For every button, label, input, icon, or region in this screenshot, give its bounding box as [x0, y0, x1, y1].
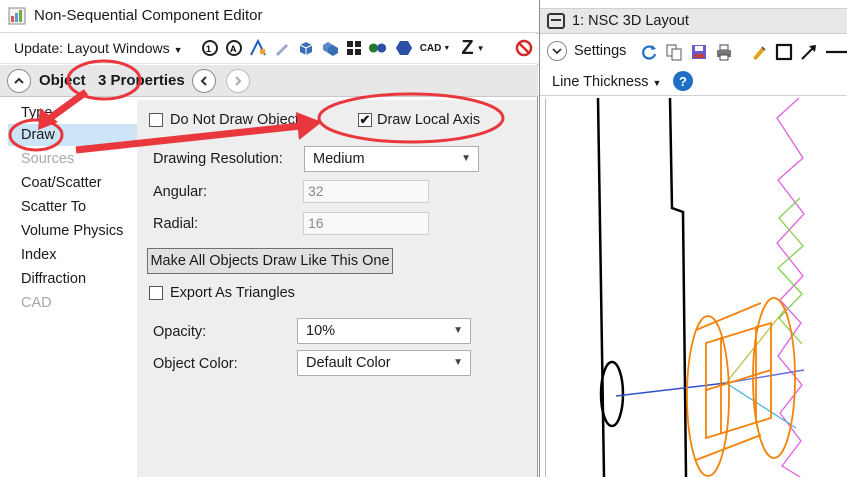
properties-nav: Type Draw Sources Coat/Scatter Scatter T… — [8, 100, 137, 477]
pencil-edit-icon[interactable] — [272, 38, 292, 58]
layout-title-bar: 1: NSC 3D Layout — [540, 8, 847, 34]
arrow-tool-icon[interactable] — [799, 42, 819, 62]
editor-toolbar: Update: Layout Windows ▼ 1 A CAD ▼ Z ▼ — [0, 34, 538, 64]
chevron-down-icon: ▼ — [461, 153, 471, 164]
rectangle-tool-icon[interactable] — [774, 42, 794, 62]
object-label: Object — [39, 72, 86, 89]
opacity-select[interactable]: 10% ▼ — [297, 318, 471, 344]
opacity-label: Opacity: — [153, 324, 207, 340]
z-menu[interactable]: Z ▼ — [456, 36, 490, 59]
radial-input[interactable]: 16 — [303, 212, 429, 235]
nav-item-scatter-to[interactable]: Scatter To — [8, 196, 137, 218]
insert-group-icon[interactable] — [320, 38, 340, 58]
settings-label[interactable]: Settings — [574, 43, 626, 59]
drawing-resolution-value: Medium — [313, 151, 365, 167]
nav-item-draw[interactable]: Draw — [8, 124, 137, 146]
refresh-icon[interactable] — [639, 42, 659, 62]
sources-icon[interactable] — [368, 38, 388, 58]
hexagon-icon[interactable] — [394, 38, 414, 58]
chevron-down-icon: ▼ — [453, 325, 463, 336]
angular-input[interactable]: 32 — [303, 180, 429, 203]
object-color-select[interactable]: Default Color ▼ — [297, 350, 471, 376]
chevron-down-icon: ▼ — [476, 43, 485, 53]
drawing-resolution-label: Drawing Resolution: — [153, 151, 283, 167]
z-label: Z — [461, 36, 474, 59]
refresh-object-icon[interactable]: 1 — [200, 38, 220, 58]
draw-settings-pane: Do Not Draw Object ✔ Draw Local Axis Dra… — [137, 100, 537, 477]
help-icon[interactable]: ? — [673, 71, 693, 91]
cad-menu[interactable]: CAD ▼ — [419, 38, 451, 58]
export-triangles-checkbox[interactable] — [149, 286, 163, 300]
make-all-objects-draw-button[interactable]: Make All Objects Draw Like This One — [147, 248, 393, 274]
settings-expand-button[interactable] — [547, 41, 567, 61]
nav-item-diffraction[interactable]: Diffraction — [8, 268, 137, 290]
nav-item-coat-scatter[interactable]: Coat/Scatter — [8, 172, 137, 194]
update-layout-label: Update: Layout Windows — [14, 40, 170, 56]
opacity-value: 10% — [306, 323, 336, 339]
layout-canvas[interactable] — [545, 97, 847, 477]
collapse-button[interactable] — [7, 69, 31, 93]
layout-toolbar-secondary: Line Thickness ▼ ? — [540, 68, 847, 96]
line-thickness-label: Line Thickness — [552, 74, 649, 90]
do-not-draw-checkbox[interactable] — [149, 113, 163, 127]
refresh-all-icon[interactable]: A — [224, 38, 244, 58]
drawing-resolution-select[interactable]: Medium ▼ — [304, 146, 479, 172]
export-triangles-label: Export As Triangles — [170, 285, 295, 301]
nav-item-sources: Sources — [21, 151, 75, 167]
object-color-label: Object Color: — [153, 356, 238, 372]
object-properties-label: 3 Properties — [98, 72, 185, 89]
svg-text:A: A — [230, 44, 237, 54]
object-header-row: Object 3 Properties — [0, 65, 538, 97]
chevron-down-icon: ▼ — [443, 44, 451, 52]
angular-label: Angular: — [153, 184, 208, 200]
editor-title: Non-Sequential Component Editor — [34, 7, 263, 24]
do-not-draw-label: Do Not Draw Object — [170, 112, 299, 128]
nsc-editor-window: Non-Sequential Component Editor Update: … — [0, 0, 538, 477]
line-thickness-dropdown[interactable]: Line Thickness ▼ — [552, 74, 661, 90]
object-color-value: Default Color — [306, 355, 391, 371]
nav-item-type[interactable]: Type — [8, 102, 137, 124]
editor-title-bar: Non-Sequential Component Editor — [0, 0, 538, 33]
chevron-up-icon — [14, 77, 24, 84]
no-entry-icon[interactable] — [514, 38, 534, 58]
update-layout-dropdown[interactable]: Update: Layout Windows ▼ — [14, 40, 183, 56]
next-object-button[interactable] — [226, 69, 250, 93]
chevron-down-icon: ▼ — [652, 78, 662, 88]
line-tool-icon[interactable] — [824, 42, 847, 62]
nav-item-index[interactable]: Index — [8, 244, 137, 266]
chevron-down-icon: ▼ — [453, 357, 463, 368]
draw-local-axis-label: Draw Local Axis — [377, 112, 481, 128]
layout-title: 1: NSC 3D Layout — [572, 13, 689, 29]
nsc-editor-app-icon — [8, 7, 26, 25]
pencil-icon[interactable] — [749, 42, 769, 62]
draw-local-axis-checkbox[interactable]: ✔ — [358, 113, 372, 127]
layout-toolbar: Settings — [540, 35, 847, 67]
chevron-left-icon — [200, 76, 207, 86]
chevron-down-icon: ▼ — [173, 45, 183, 55]
grid-icon[interactable] — [344, 38, 364, 58]
chevron-down-icon — [552, 48, 562, 55]
nsc-3d-layout-window: 1: NSC 3D Layout Settings Line Thickness… — [539, 0, 847, 477]
svg-text:1: 1 — [206, 44, 211, 54]
save-icon[interactable] — [689, 42, 709, 62]
previous-object-button[interactable] — [192, 69, 216, 93]
copy-icon[interactable] — [664, 42, 684, 62]
ray-trace-icon[interactable] — [248, 38, 268, 58]
print-icon[interactable] — [714, 42, 734, 62]
3d-layout-drawing — [596, 97, 805, 477]
nav-item-volume-physics[interactable]: Volume Physics — [8, 220, 137, 242]
chevron-right-icon — [235, 76, 242, 86]
cad-label: CAD — [419, 42, 442, 54]
nav-item-cad: CAD — [21, 295, 52, 311]
insert-object-icon[interactable] — [296, 38, 316, 58]
radial-label: Radial: — [153, 216, 199, 232]
window-icon — [547, 13, 565, 29]
